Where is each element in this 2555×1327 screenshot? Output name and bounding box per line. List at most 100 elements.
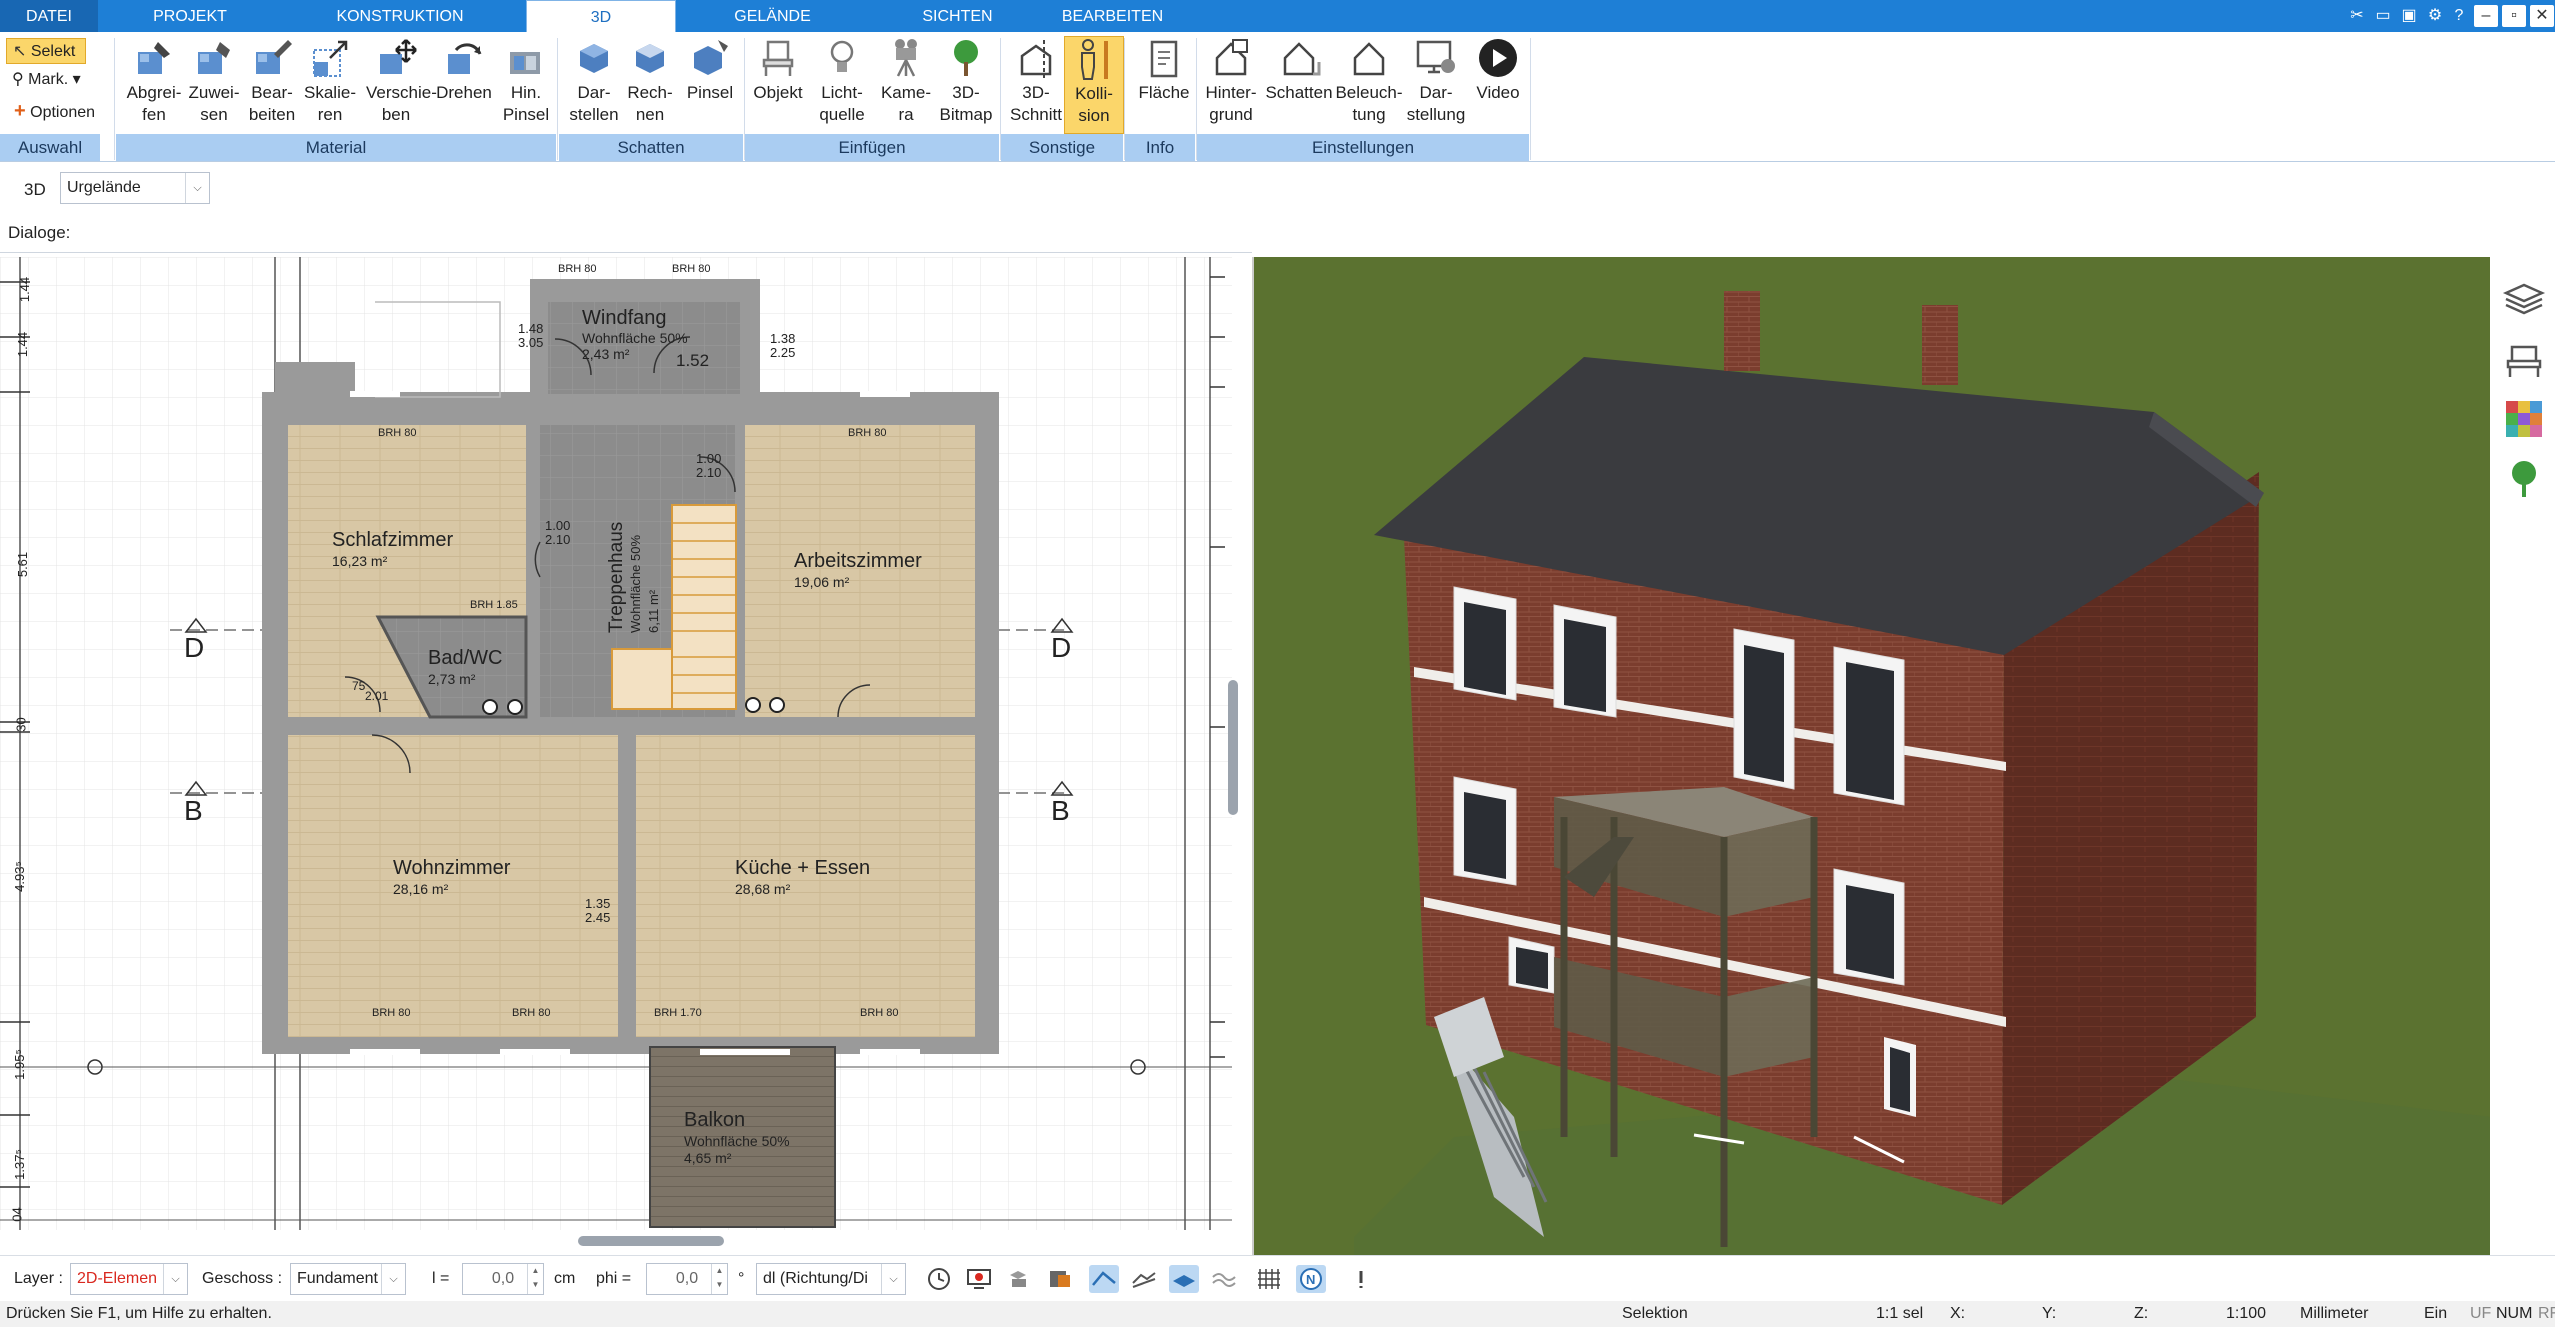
room-name-arbeitszimmer: Arbeitszimmer — [794, 550, 922, 572]
ruler-label: 30 — [13, 717, 29, 732]
floor-plan-view[interactable]: Windfang Wohnfläche 50% 2,43 m² Schlafzi… — [0, 257, 1232, 1230]
tab-gelaende[interactable]: GELÄNDE — [700, 0, 845, 32]
dim-label: 1.38 2.25 — [770, 331, 796, 360]
room-kueche[interactable] — [636, 735, 975, 1037]
close-icon[interactable]: ✕ — [2530, 5, 2554, 27]
right-sidebar — [2490, 257, 2555, 1255]
book-icon[interactable] — [1044, 1265, 1074, 1293]
brh-label: BRH 80 — [860, 1007, 899, 1019]
monitor-icon[interactable] — [964, 1265, 994, 1293]
plan-vertical-scrollbar[interactable] — [1228, 680, 1238, 815]
plan-horizontal-scrollbar[interactable] — [578, 1236, 724, 1246]
stepper-icon[interactable]: ▲ ▼ — [527, 1264, 543, 1294]
section-mark-b-left: B — [184, 795, 203, 826]
bearbeiten-button[interactable]: Bear- beiten — [242, 36, 302, 134]
svg-text:N: N — [1306, 1272, 1315, 1287]
clock-icon[interactable] — [924, 1265, 954, 1293]
phi-input[interactable]: 0,0 ▲ ▼ — [646, 1263, 728, 1295]
video-button[interactable]: Video — [1468, 36, 1528, 134]
group-separator — [1530, 38, 1531, 160]
layer-label: Layer : — [14, 1270, 63, 1287]
window-icon[interactable]: ▣ — [2396, 3, 2422, 29]
darstellen-button[interactable]: Dar- stellen — [564, 36, 624, 134]
zuweisen-button[interactable]: Zuwei- sen — [184, 36, 244, 134]
room-wohnzimmer[interactable] — [288, 735, 618, 1037]
settings-icon[interactable]: ⚙ — [2422, 3, 2448, 29]
tab-3d[interactable]: 3D — [526, 0, 676, 32]
drehen-button[interactable]: Drehen — [434, 36, 494, 134]
terrain-select[interactable]: Urgelände ⌵ — [60, 172, 210, 204]
skalieren-button[interactable]: Skalie- ren — [300, 36, 360, 134]
mark-icon: ⚲ — [12, 71, 24, 88]
floor-icon[interactable] — [1169, 1265, 1199, 1293]
bitmap-3d-button[interactable]: 3D- Bitmap — [936, 36, 996, 134]
status-help: Drücken Sie F1, um Hilfe zu erhalten. — [6, 1305, 272, 1322]
lichtquelle-button[interactable]: Licht- quelle — [812, 36, 872, 134]
tab-projekt[interactable]: PROJEKT — [110, 0, 270, 32]
person-collision-icon — [1081, 39, 1108, 80]
roof-view-icon[interactable] — [1089, 1265, 1119, 1293]
paint-bucket-icon — [198, 42, 230, 74]
kollision-button[interactable]: Kolli- sion — [1064, 36, 1124, 134]
house-light-icon — [1353, 42, 1385, 76]
rotate-icon — [448, 43, 482, 74]
hintergrund-button[interactable]: Hinter- grund — [1202, 36, 1260, 134]
mark-button[interactable]: ⚲ Mark. ▾ — [6, 67, 96, 93]
tab-bearbeiten[interactable]: BEARBEITEN — [1040, 0, 1185, 32]
beleuchtung-button[interactable]: Beleuch- tung — [1334, 36, 1404, 134]
objekt-button[interactable]: Objekt — [748, 36, 808, 134]
schatten-button[interactable]: Schatten — [1264, 36, 1334, 134]
room-name-schlafzimmer: Schlafzimmer — [332, 529, 454, 551]
render-3d-view[interactable] — [1252, 257, 2490, 1255]
phi-label: phi = — [596, 1270, 632, 1287]
furniture-icon[interactable] — [2502, 337, 2546, 381]
staircase[interactable] — [671, 504, 737, 710]
layers-icon[interactable] — [2502, 277, 2546, 321]
abgreifen-button[interactable]: Abgrei- fen — [124, 36, 184, 134]
status-ein: Ein — [2424, 1305, 2448, 1322]
flaeche-button[interactable]: Fläche — [1134, 36, 1194, 134]
hin-pinsel-button[interactable]: Hin. Pinsel — [496, 36, 556, 134]
verschieben-button[interactable]: Verschie- ben — [366, 36, 437, 134]
restore-icon[interactable]: ▫ — [2502, 5, 2526, 27]
group-label-info: Info — [1145, 138, 1175, 157]
tab-sichten[interactable]: SICHTEN — [880, 0, 1035, 32]
room-name-treppenhaus: Treppenhaus — [606, 521, 627, 633]
plants-tree-icon[interactable] — [2502, 457, 2546, 501]
stepper-icon[interactable]: ▲ ▼ — [711, 1264, 727, 1294]
objects-icon[interactable] — [1004, 1265, 1034, 1293]
terrain-icon[interactable] — [1129, 1265, 1159, 1293]
folder-icon[interactable]: ▭ — [2370, 3, 2396, 29]
section-mark-d-left: D — [184, 632, 205, 663]
selekt-button[interactable]: ↖ Selekt — [6, 38, 86, 64]
darstellung-button[interactable]: Dar- stellung — [1406, 36, 1466, 134]
l-input[interactable]: 0,0 ▲ ▼ — [462, 1263, 544, 1295]
schnitt-3d-button[interactable]: 3D- Schnitt — [1006, 36, 1066, 134]
pinsel-button[interactable]: Pinsel — [680, 36, 740, 134]
minimize-icon[interactable]: – — [2474, 5, 2498, 27]
divider — [0, 252, 1252, 253]
geschoss-select[interactable]: Fundament ⌵ — [290, 1263, 406, 1295]
direction-select[interactable]: dl (Richtung/Di ⌵ — [756, 1263, 906, 1295]
wave-icon[interactable] — [1209, 1265, 1239, 1293]
north-icon[interactable]: N — [1296, 1265, 1326, 1293]
more-icon[interactable] — [1346, 1265, 1376, 1293]
status-uf: UF — [2470, 1305, 2492, 1322]
room-area-bad: 2,73 m² — [428, 671, 476, 687]
section-cut-icon — [1020, 40, 1052, 78]
kamera-button[interactable]: Kame- ra — [876, 36, 936, 134]
materials-palette-icon[interactable] — [2502, 397, 2546, 441]
render-3d-canvas[interactable] — [1254, 257, 2490, 1255]
floor-plan-canvas[interactable] — [0, 257, 1232, 1230]
tab-datei[interactable]: DATEI — [0, 0, 98, 32]
tab-konstruktion[interactable]: KONSTRUKTION — [300, 0, 500, 32]
tools-icon[interactable]: ✂ — [2344, 3, 2370, 29]
help-icon[interactable]: ? — [2446, 3, 2472, 29]
status-bar: Drücken Sie F1, um Hilfe zu erhalten. Se… — [0, 1301, 2555, 1327]
cube-brush-icon — [694, 40, 728, 75]
dim-label: 2.01 — [365, 689, 389, 703]
rechnen-button[interactable]: Rech- nen — [620, 36, 680, 134]
layer-select[interactable]: 2D-Elemen ⌵ — [70, 1263, 188, 1295]
optionen-button[interactable]: + Optionen — [8, 98, 112, 124]
grid-icon[interactable] — [1254, 1265, 1284, 1293]
